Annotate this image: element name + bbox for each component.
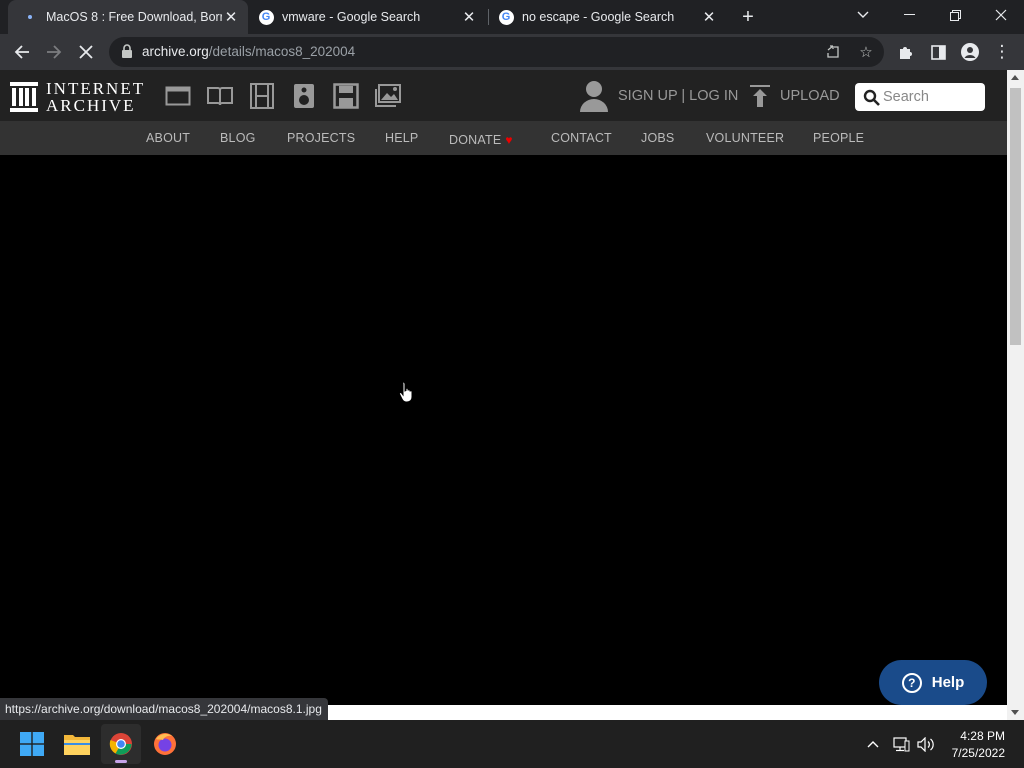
tab-title: MacOS 8 : Free Download, Borrow xyxy=(46,10,222,24)
tab-separator xyxy=(488,9,489,25)
side-panel-icon[interactable] xyxy=(924,38,952,66)
extensions-puzzle-icon[interactable] xyxy=(892,38,920,66)
tab-title: vmware - Google Search xyxy=(282,10,421,24)
sign-up-log-in-link[interactable]: SIGN UP | LOG IN xyxy=(618,88,738,104)
archive-temple-icon xyxy=(10,82,38,112)
images-photo-icon[interactable] xyxy=(375,83,401,109)
chrome-taskbar-icon[interactable] xyxy=(101,724,141,764)
tab-macos8[interactable]: MacOS 8 : Free Download, Borrow ✕ xyxy=(8,0,248,34)
firefox-taskbar-icon[interactable] xyxy=(145,724,185,764)
google-icon: G xyxy=(258,9,274,25)
volume-icon[interactable] xyxy=(916,734,936,754)
upload-link[interactable]: UPLOAD xyxy=(780,88,840,104)
texts-book-icon[interactable] xyxy=(207,83,233,109)
minimize-icon[interactable] xyxy=(887,0,931,30)
tab-no-escape-search[interactable]: G no escape - Google Search ✕ xyxy=(490,0,726,34)
tab-vmware-search[interactable]: G vmware - Google Search ✕ xyxy=(250,0,486,34)
browser-tab-strip: MacOS 8 : Free Download, Borrow ✕ G vmwa… xyxy=(0,0,1024,34)
network-icon[interactable] xyxy=(891,734,911,754)
nav-donate-group[interactable]: DONATE ♥ xyxy=(449,131,513,149)
user-avatar-icon[interactable] xyxy=(580,80,608,112)
close-tab-icon[interactable]: ✕ xyxy=(700,8,718,26)
share-icon[interactable] xyxy=(823,42,843,62)
logo-line-1: INTERNET xyxy=(46,79,146,98)
content-strip xyxy=(328,705,1007,720)
question-icon: ? xyxy=(901,672,922,693)
ia-header: INTERNET ARCHIVE SIGN UP | LOG IN UPLOAD… xyxy=(0,70,1007,121)
menu-kebab-icon[interactable]: ⋮ xyxy=(988,38,1016,66)
restore-icon[interactable] xyxy=(933,0,977,30)
link-status-bubble: https://archive.org/download/macos8_2020… xyxy=(0,698,328,720)
bookmark-star-icon[interactable]: ☆ xyxy=(856,42,876,62)
tab-search-chevron-icon[interactable] xyxy=(841,0,885,30)
software-floppy-icon[interactable] xyxy=(333,83,359,109)
hand-pointer-cursor-icon xyxy=(399,381,413,403)
scrollbar-thumb[interactable] xyxy=(1010,88,1021,345)
tab-title: no escape - Google Search xyxy=(522,10,675,24)
search-box[interactable] xyxy=(855,83,985,111)
clock-time: 4:28 PM xyxy=(960,729,1005,743)
logo-wordmark: INTERNET ARCHIVE xyxy=(46,80,145,114)
lock-icon[interactable] xyxy=(121,44,133,58)
search-input[interactable] xyxy=(883,87,979,107)
nav-blog[interactable]: BLOG xyxy=(220,131,256,145)
web-archive-icon[interactable] xyxy=(165,83,191,109)
system-clock[interactable]: 4:28 PM 7/25/2022 xyxy=(945,728,1005,762)
browser-toolbar: archive.org/details/macos8_202004 ☆ ⋮ xyxy=(0,34,1024,70)
scroll-down-arrow-icon[interactable] xyxy=(1011,710,1019,715)
heart-icon: ♥ xyxy=(505,133,513,147)
back-icon[interactable] xyxy=(8,38,36,66)
logo-line-2: ARCHIVE xyxy=(46,96,136,115)
search-icon[interactable] xyxy=(863,89,880,106)
close-tab-icon[interactable]: ✕ xyxy=(222,8,240,26)
nav-contact[interactable]: CONTACT xyxy=(551,131,612,145)
nav-donate[interactable]: DONATE xyxy=(449,133,501,147)
audio-speaker-icon[interactable] xyxy=(291,83,317,109)
nav-projects[interactable]: PROJECTS xyxy=(287,131,355,145)
windows-start-icon[interactable] xyxy=(12,724,52,764)
forward-icon[interactable] xyxy=(40,38,68,66)
active-app-indicator xyxy=(115,760,127,763)
stop-loading-icon[interactable] xyxy=(72,38,100,66)
file-explorer-icon[interactable] xyxy=(57,724,97,764)
url-text[interactable]: archive.org/details/macos8_202004 xyxy=(142,44,355,59)
google-icon: G xyxy=(498,9,514,25)
nav-about[interactable]: ABOUT xyxy=(146,131,190,145)
close-window-icon[interactable] xyxy=(979,0,1023,30)
internet-archive-logo[interactable]: INTERNET ARCHIVE xyxy=(10,80,145,114)
video-film-icon[interactable] xyxy=(249,83,275,109)
new-tab-icon[interactable]: + xyxy=(737,6,759,28)
nav-jobs[interactable]: JOBS xyxy=(641,131,674,145)
address-bar[interactable]: archive.org/details/macos8_202004 ☆ xyxy=(109,37,884,67)
show-hidden-icons-chevron-icon[interactable] xyxy=(863,734,883,754)
nav-help[interactable]: HELP xyxy=(385,131,418,145)
scroll-up-arrow-icon[interactable] xyxy=(1011,75,1019,80)
ia-nav-bar: ABOUT BLOG PROJECTS HELP DONATE ♥ CONTACT… xyxy=(0,121,1007,155)
upload-icon[interactable] xyxy=(750,85,770,107)
close-tab-icon[interactable]: ✕ xyxy=(460,8,478,26)
profile-avatar-icon[interactable] xyxy=(956,38,984,66)
page-content: INTERNET ARCHIVE SIGN UP | LOG IN UPLOAD… xyxy=(0,70,1007,720)
clock-date: 7/25/2022 xyxy=(951,746,1005,760)
nav-people[interactable]: PEOPLE xyxy=(813,131,864,145)
nav-volunteer[interactable]: VOLUNTEER xyxy=(706,131,784,145)
loading-spinner-icon xyxy=(22,9,38,25)
help-label: Help xyxy=(931,674,965,691)
windows-taskbar: 4:28 PM 7/25/2022 xyxy=(0,720,1024,768)
vertical-scrollbar[interactable] xyxy=(1007,70,1024,720)
help-button[interactable]: ? Help xyxy=(879,660,987,705)
